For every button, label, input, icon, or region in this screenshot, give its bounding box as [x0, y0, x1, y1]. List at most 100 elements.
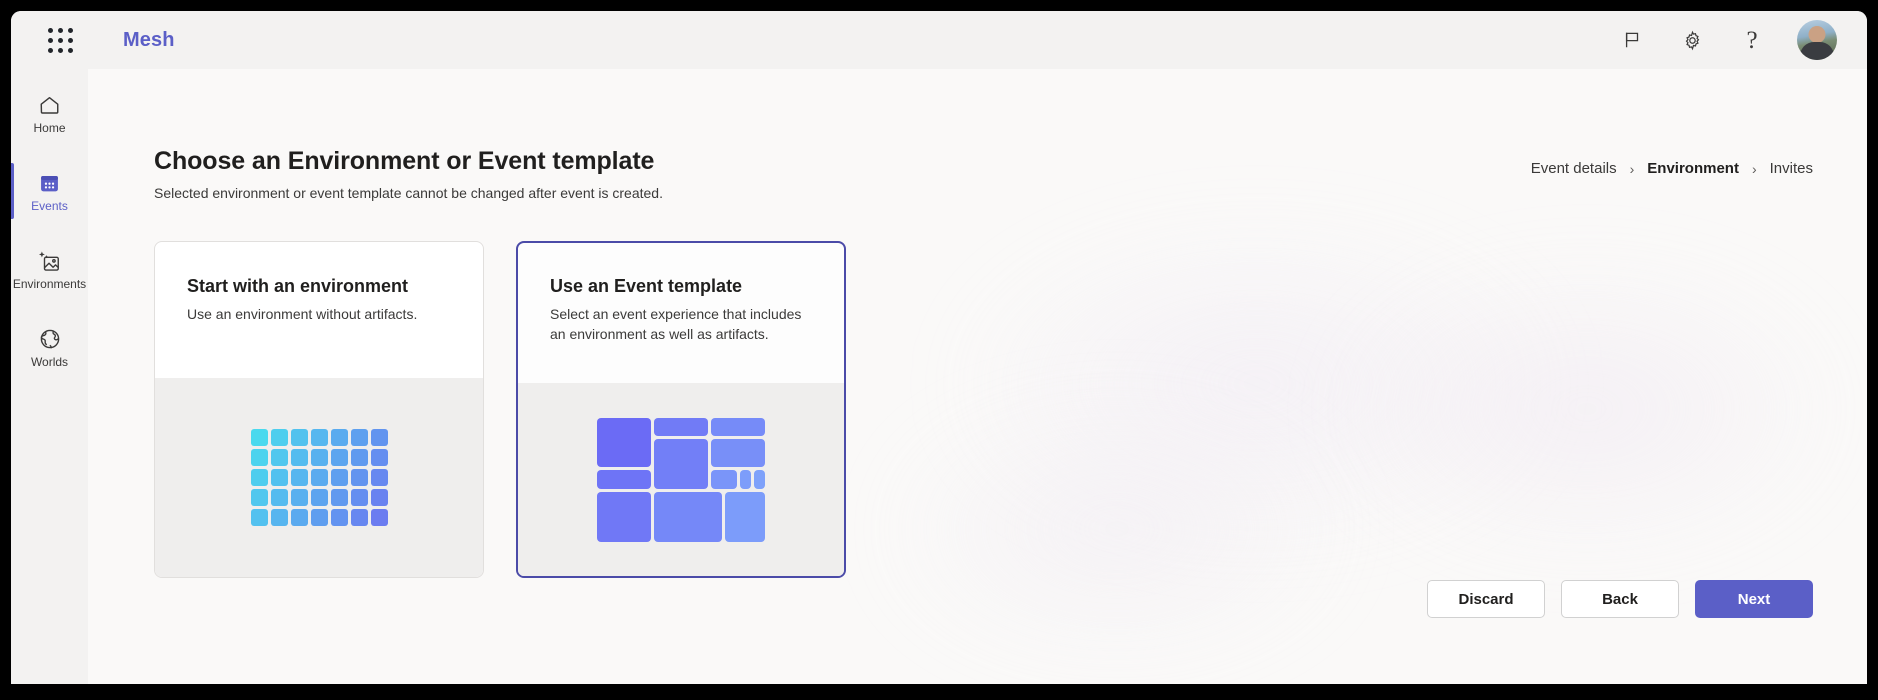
mosaic-tile [725, 491, 765, 542]
image-sparkle-icon [37, 248, 62, 274]
page-subtitle: Selected environment or event template c… [154, 185, 663, 201]
environment-grid-graphic [250, 429, 388, 526]
app-launcher-icon[interactable] [33, 27, 87, 53]
top-bar: Mesh ? [11, 11, 1867, 69]
sidebar-item-events[interactable]: Events [11, 157, 88, 225]
grid-cell [310, 509, 328, 526]
grid-cell [330, 449, 348, 466]
back-button[interactable]: Back [1561, 580, 1679, 618]
mosaic-tile [711, 417, 765, 436]
card-start-with-environment[interactable]: Start with an environment Use an environ… [154, 241, 484, 578]
grid-cell [350, 489, 368, 506]
mosaic-tile [597, 470, 651, 489]
app-launcher-grid [47, 27, 73, 53]
mosaic-tile [753, 470, 765, 489]
globe-icon [38, 326, 62, 352]
body: Home Events Environments Worlds Choose a… [11, 69, 1867, 684]
mosaic-tile [654, 438, 708, 489]
page-heading-block: Choose an Environment or Event template … [154, 147, 663, 201]
breadcrumb-item-environment[interactable]: Environment [1647, 160, 1739, 177]
card-use-event-template[interactable]: Use an Event template Select an event ex… [516, 241, 846, 578]
card-text: Use an Event template Select an event ex… [518, 243, 844, 371]
grid-cell [350, 469, 368, 486]
grid-cell [310, 489, 328, 506]
grid-cell [370, 489, 388, 506]
grid-cell [270, 469, 288, 486]
grid-cell [250, 429, 268, 446]
mosaic-tile [654, 417, 708, 436]
sidebar-item-label: Worlds [30, 355, 69, 369]
mosaic-tile [739, 470, 751, 489]
template-choice-cards: Start with an environment Use an environ… [154, 241, 1813, 578]
flag-icon[interactable] [1617, 25, 1647, 55]
footer-actions: Discard Back Next [154, 580, 1813, 684]
mosaic-tile [597, 491, 651, 542]
avatar[interactable] [1797, 20, 1837, 60]
grid-cell [370, 469, 388, 486]
card-artwork [518, 383, 844, 576]
page-title: Choose an Environment or Event template [154, 147, 655, 175]
grid-cell [370, 429, 388, 446]
grid-cell [290, 429, 308, 446]
mosaic-tile [597, 417, 651, 468]
breadcrumb: Event details › Environment › Invites [1531, 160, 1813, 177]
grid-cell [310, 429, 328, 446]
grid-cell [350, 509, 368, 526]
grid-cell [350, 429, 368, 446]
app-window: Mesh ? Home Events Environments Worlds C… [11, 11, 1867, 684]
topbar-actions: ? [1617, 20, 1845, 60]
chevron-right-icon: › [1751, 160, 1757, 177]
breadcrumb-item-invites[interactable]: Invites [1770, 160, 1813, 177]
content-inner: Choose an Environment or Event template … [88, 69, 1867, 684]
grid-cell [350, 449, 368, 466]
grid-cell [270, 449, 288, 466]
card-artwork [155, 378, 483, 577]
help-glyph: ? [1746, 26, 1758, 54]
grid-cell [250, 469, 268, 486]
calendar-icon [38, 170, 61, 196]
card-text: Start with an environment Use an environ… [155, 242, 483, 370]
sidebar: Home Events Environments Worlds [11, 69, 88, 684]
grid-cell [290, 469, 308, 486]
grid-cell [250, 489, 268, 506]
grid-cell [370, 509, 388, 526]
discard-button[interactable]: Discard [1427, 580, 1545, 618]
main-content: Choose an Environment or Event template … [88, 69, 1867, 684]
mosaic-tile [711, 438, 765, 468]
grid-cell [370, 449, 388, 466]
help-icon[interactable]: ? [1737, 25, 1767, 55]
mosaic-tile [654, 491, 723, 542]
home-icon [38, 92, 61, 118]
grid-cell [270, 509, 288, 526]
mosaic-tile [711, 470, 737, 489]
card-description: Use an environment without artifacts. [187, 306, 418, 322]
grid-cell [270, 489, 288, 506]
sidebar-item-label: Events [31, 199, 68, 213]
grid-cell [290, 449, 308, 466]
grid-cell [290, 489, 308, 506]
grid-cell [250, 449, 268, 466]
card-title: Start with an environment [187, 276, 409, 296]
breadcrumb-item-event-details[interactable]: Event details [1531, 160, 1617, 177]
grid-cell [310, 469, 328, 486]
grid-cell [330, 469, 348, 486]
header-row: Choose an Environment or Event template … [154, 69, 1813, 201]
grid-cell [290, 509, 308, 526]
sidebar-item-environments[interactable]: Environments [11, 235, 88, 303]
grid-cell [250, 509, 268, 526]
event-template-mosaic-graphic [597, 417, 765, 542]
next-button[interactable]: Next [1695, 580, 1813, 618]
grid-cell [330, 429, 348, 446]
screenshot-root: Mesh ? Home Events Environments Worlds C… [0, 0, 1878, 700]
gear-icon[interactable] [1677, 25, 1707, 55]
sidebar-item-label: Home [33, 121, 66, 135]
chevron-right-icon: › [1629, 160, 1635, 177]
sidebar-item-worlds[interactable]: Worlds [11, 313, 88, 381]
app-title: Mesh [123, 28, 175, 51]
grid-cell [310, 449, 328, 466]
card-description: Select an event experience that includes… [550, 306, 802, 343]
grid-cell [270, 429, 288, 446]
sidebar-item-home[interactable]: Home [11, 79, 88, 147]
grid-cell [330, 509, 348, 526]
grid-cell [330, 489, 348, 506]
